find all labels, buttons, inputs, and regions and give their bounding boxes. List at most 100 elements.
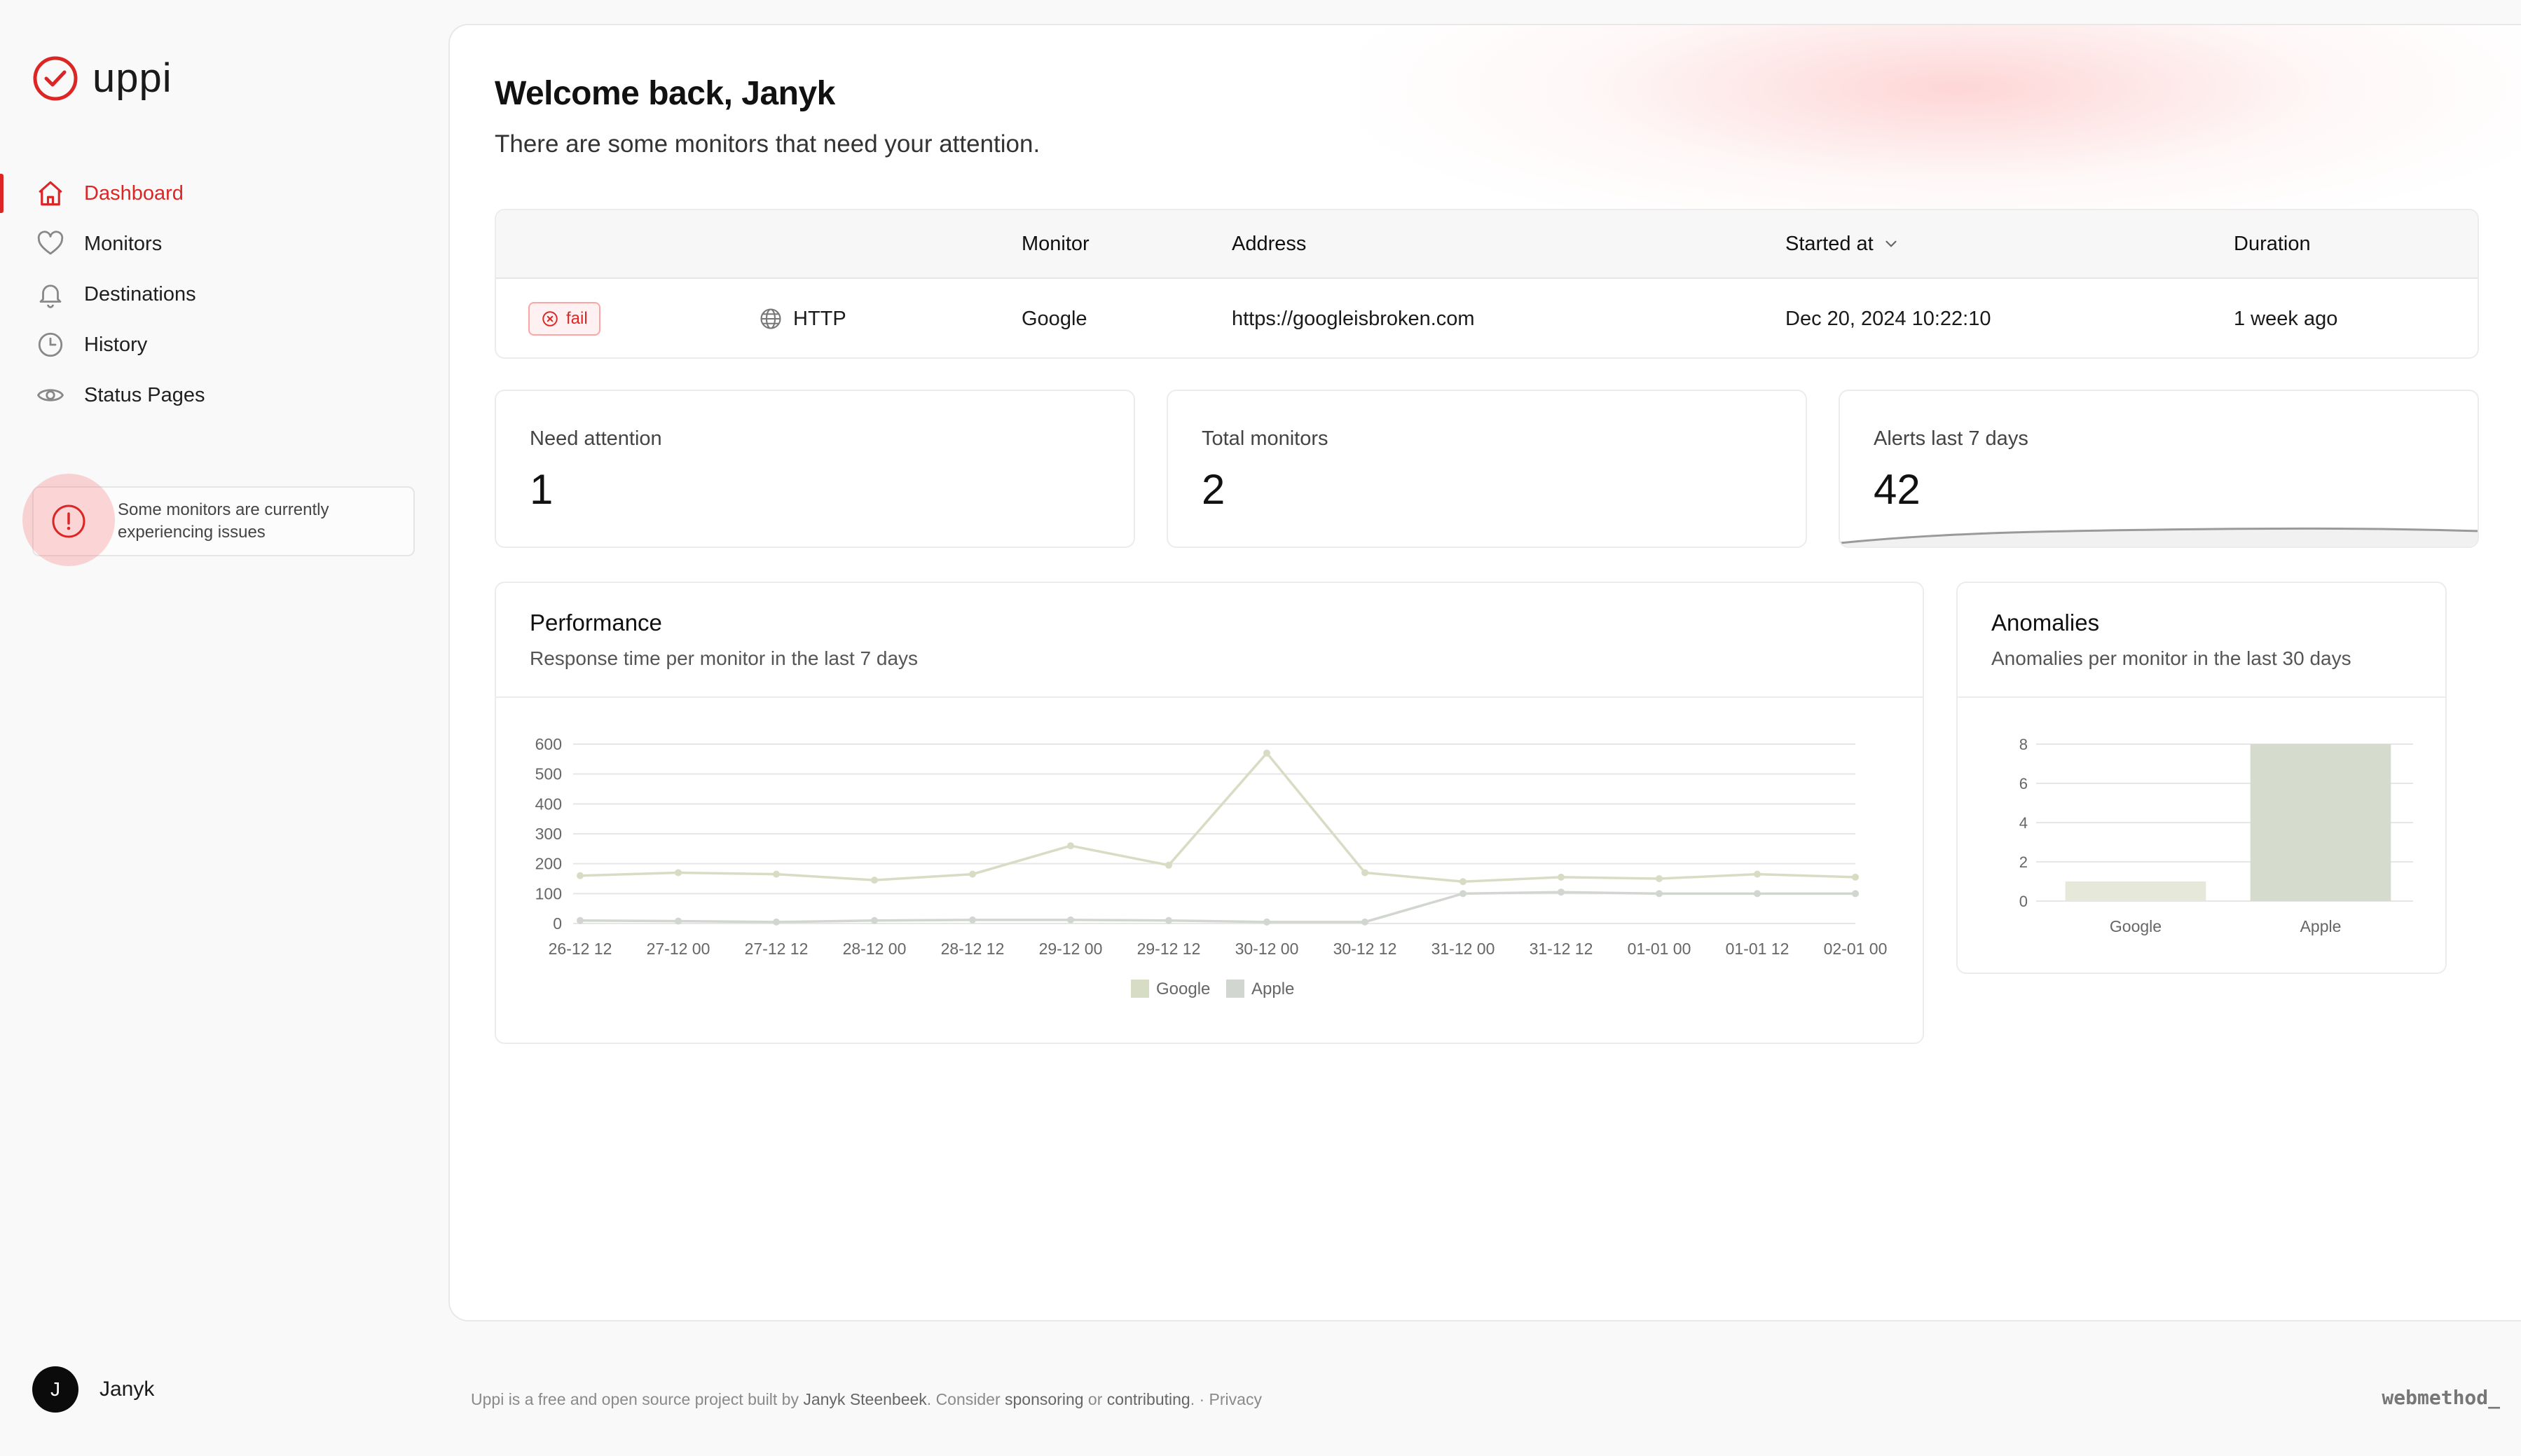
sidebar-item-dashboard[interactable]: Dashboard — [0, 168, 448, 219]
data-point — [1459, 890, 1466, 898]
x-circle-icon — [542, 311, 558, 327]
stat-label: Total monitors — [1202, 427, 1328, 450]
table-header: Monitor Address Started at Duration — [496, 210, 2478, 279]
stat-value: 2 — [1202, 466, 1225, 513]
webmethod-logo[interactable]: webmethod_ — [2382, 1386, 2500, 1409]
data-point — [1361, 918, 1368, 926]
stat-alerts-7-days: Alerts last 7 days 42 — [1839, 390, 2479, 548]
x-tick-label: 31-12 12 — [1530, 940, 1593, 958]
table-row[interactable]: fail HTTP Google https://googleisbroken.… — [496, 279, 2478, 357]
anomalies-chart: 0 2 4 6 8 Google Apple — [2019, 736, 2413, 935]
x-tick-label: 27-12 12 — [745, 940, 809, 958]
data-point — [871, 916, 878, 924]
sponsoring-link[interactable]: sponsoring — [1005, 1390, 1084, 1408]
data-point — [1165, 916, 1172, 924]
data-point — [675, 869, 682, 877]
status-text: fail — [566, 309, 588, 328]
footer-text: . Consider — [926, 1390, 1005, 1408]
sidebar: uppi Dashboard Monitors Destinations His… — [0, 0, 448, 1456]
user-menu[interactable]: J Janyk — [32, 1366, 154, 1413]
duration: 1 week ago — [2234, 307, 2338, 330]
heart-icon — [35, 228, 66, 259]
column-duration: Duration — [2234, 232, 2311, 255]
header-glow — [1361, 25, 2521, 235]
x-tick-label: 29-12 12 — [1137, 940, 1201, 958]
data-point — [577, 916, 584, 924]
data-point — [969, 916, 976, 923]
column-label: Started at — [1785, 232, 1874, 255]
panel-title: Performance — [530, 610, 662, 636]
y-tick-label: 600 — [535, 735, 562, 753]
alert-circle-icon — [52, 504, 85, 538]
sidebar-item-monitors[interactable]: Monitors — [0, 219, 448, 269]
sidebar-item-history[interactable]: History — [0, 320, 448, 370]
eye-icon — [35, 380, 66, 411]
page-title: Welcome back, Janyk — [495, 75, 835, 112]
data-point — [773, 870, 780, 878]
anomalies-panel: Anomalies Anomalies per monitor in the l… — [1956, 582, 2447, 974]
data-point — [1067, 916, 1074, 923]
started-at: Dec 20, 2024 10:22:10 — [1785, 307, 1991, 330]
data-point — [1361, 869, 1368, 877]
series-line-apple — [579, 891, 1855, 923]
y-tick-label: 300 — [535, 825, 562, 843]
x-tick-label: 31-12 00 — [1431, 940, 1495, 958]
data-point — [1754, 890, 1761, 898]
y-tick-label: 8 — [2019, 736, 2028, 753]
sidebar-item-label: Dashboard — [84, 181, 184, 205]
stat-need-attention: Need attention 1 — [495, 390, 1135, 548]
sidebar-item-destinations[interactable]: Destinations — [0, 269, 448, 320]
y-tick-label: 0 — [2019, 893, 2028, 910]
privacy-link[interactable]: Privacy — [1209, 1390, 1262, 1408]
x-tick-label: 29-12 00 — [1039, 940, 1103, 958]
app-logo[interactable]: uppi — [32, 55, 172, 102]
y-tick-label: 6 — [2019, 775, 2028, 792]
panel-subtitle: Response time per monitor in the last 7 … — [530, 647, 919, 669]
home-icon — [35, 178, 66, 209]
x-tick-label: Google — [2110, 917, 2162, 935]
sidebar-nav: Dashboard Monitors Destinations History … — [0, 168, 448, 420]
legend-label: Google — [1156, 980, 1210, 998]
data-point — [1263, 749, 1270, 757]
x-tick-label: 28-12 12 — [941, 940, 1005, 958]
data-point — [1656, 890, 1663, 898]
x-tick-label: Apple — [2300, 917, 2342, 935]
x-tick-label: 26-12 12 — [549, 940, 612, 958]
stat-label: Need attention — [530, 427, 662, 450]
contributing-link[interactable]: contributing — [1107, 1390, 1190, 1408]
footer-text: or — [1083, 1390, 1107, 1408]
monitor-address: https://googleisbroken.com — [1232, 307, 1475, 330]
data-point — [1165, 861, 1172, 869]
y-tick-label: 500 — [535, 765, 562, 783]
data-point — [1754, 870, 1761, 878]
x-tick-label: 30-12 12 — [1333, 940, 1397, 958]
page-subtitle: There are some monitors that need your a… — [495, 130, 1040, 158]
footer-text: Uppi is a free and open source project b… — [471, 1390, 804, 1408]
data-point — [773, 918, 780, 926]
data-point — [1852, 873, 1859, 881]
monitor-issues-alert[interactable]: Some monitors are currently experiencing… — [22, 474, 415, 566]
data-point — [1558, 873, 1565, 881]
author-link[interactable]: Janyk Steenbeek — [803, 1390, 926, 1408]
column-monitor: Monitor — [1022, 232, 1090, 255]
x-tick-label: 01-01 12 — [1726, 940, 1790, 958]
logo-check-icon — [33, 56, 78, 100]
y-tick-label: 4 — [2019, 814, 2028, 832]
data-point — [675, 917, 682, 925]
alert-message: Some monitors are currently experiencing… — [118, 500, 329, 542]
y-tick-label: 400 — [535, 795, 562, 813]
bell-icon — [35, 279, 66, 310]
data-point — [871, 877, 878, 884]
monitor-name: Google — [1022, 307, 1087, 330]
stat-label: Alerts last 7 days — [1874, 427, 2028, 450]
globe-icon — [760, 308, 781, 329]
sidebar-item-status-pages[interactable]: Status Pages — [0, 370, 448, 420]
main-content: Welcome back, Janyk There are some monit… — [448, 24, 2521, 1321]
y-tick-label: 200 — [535, 855, 562, 873]
data-point — [1263, 918, 1270, 926]
column-started-at[interactable]: Started at — [1785, 210, 1900, 277]
data-point — [969, 870, 976, 878]
sidebar-item-label: History — [84, 333, 148, 356]
x-tick-label: 01-01 00 — [1628, 940, 1691, 958]
attention-table: Monitor Address Started at Duration fail… — [495, 209, 2479, 359]
